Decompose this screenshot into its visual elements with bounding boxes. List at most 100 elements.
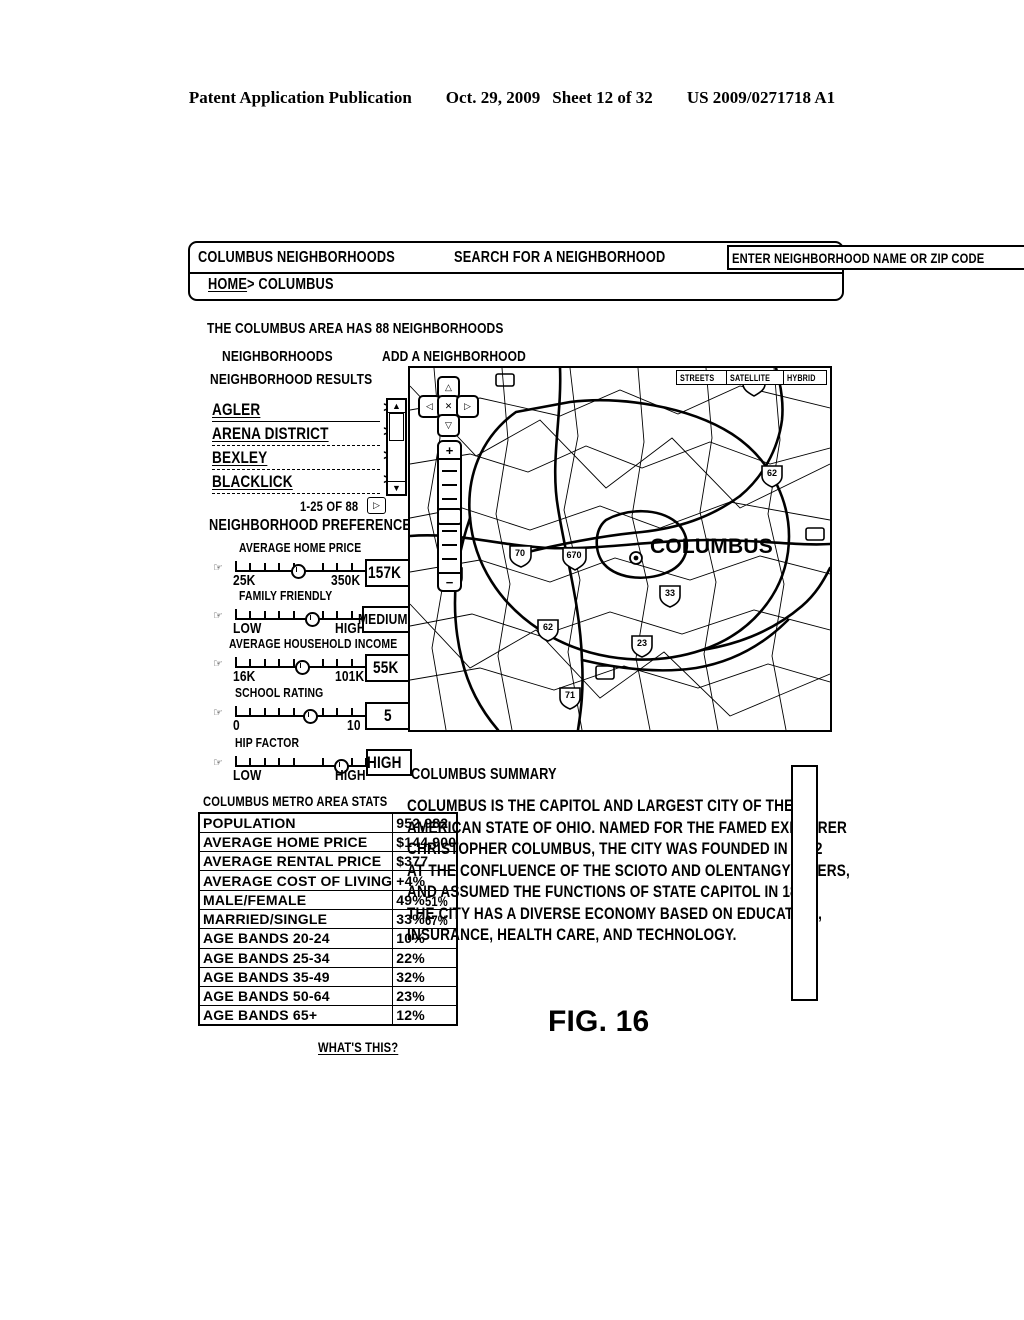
svg-text:23: 23 — [637, 638, 647, 648]
svg-text:62: 62 — [767, 468, 777, 478]
publication-date: Oct. 29, 2009 — [445, 88, 541, 107]
svg-text:33: 33 — [665, 588, 675, 598]
slider-max-label: 350K — [331, 572, 361, 589]
checkbox-icon[interactable]: ☞ — [213, 563, 224, 574]
neighborhood-results-list: AGLER > ARENA DISTRICT > BEXLEY > BLACKL… — [212, 398, 392, 494]
scroll-up-icon[interactable]: ▲ — [388, 400, 405, 413]
pan-down-icon[interactable]: ▽ — [437, 414, 460, 437]
slider-min-label: LOW — [233, 620, 262, 637]
slider-value-average-household-income: 55K — [365, 654, 413, 682]
slider-label: FAMILY FRIENDLY — [239, 588, 333, 603]
slider-value-text: HIGH — [367, 752, 402, 772]
stat-label: AGE BANDS 50-64 — [203, 988, 330, 1005]
publication-header: Patent Application Publication Oct. 29, … — [0, 88, 1024, 108]
app-brand: COLUMBUS NEIGHBORHOODS — [198, 248, 395, 266]
checkbox-icon[interactable]: ☞ — [213, 611, 224, 622]
breadcrumb-current: COLUMBUS — [258, 275, 334, 293]
pagination-count: 1-25 OF 88 — [300, 498, 359, 514]
slider-knob[interactable] — [305, 612, 321, 627]
table-row: AGE BANDS 65+ 12% — [198, 1005, 458, 1026]
summary-line: THE CITY HAS A DIVERSE ECONOMY BASED ON … — [407, 903, 823, 923]
stat-label: AVERAGE HOME PRICE — [203, 833, 368, 850]
slider-value-text: 157K — [368, 563, 402, 582]
tab-neighborhoods[interactable]: NEIGHBORHOODS — [222, 348, 333, 365]
slider-min-label: 25K — [233, 572, 256, 589]
map-zoom-slider[interactable]: + − — [437, 440, 462, 592]
map-type-satellite[interactable]: SATELLITE — [727, 371, 785, 384]
zoom-in-icon[interactable]: + — [439, 442, 460, 460]
stat-value: 32% — [396, 969, 425, 986]
stat-label: AVERAGE RENTAL PRICE — [203, 853, 382, 870]
list-item[interactable]: AGLER > — [212, 398, 392, 422]
slider-value-hip-factor: HIGH — [366, 749, 412, 776]
slider-min-label: 0 — [233, 717, 240, 734]
stat-label: MALE/FEMALE — [203, 891, 307, 908]
figure-label: FIG. 16 — [548, 1005, 650, 1038]
breadcrumb: HOME> COLUMBUS — [190, 272, 842, 297]
summary-line: AMERICAN STATE OF OHIO. NAMED FOR THE FA… — [407, 817, 848, 837]
checkbox-icon[interactable]: ☞ — [213, 659, 224, 670]
stat-label: AVERAGE COST OF LIVING — [203, 872, 393, 889]
map-type-switcher: STREETS SATELLITE HYBRID — [676, 370, 827, 385]
list-item-label: AGLER — [212, 399, 261, 419]
scrollbar-thumb[interactable] — [389, 413, 404, 441]
zoom-out-icon[interactable]: − — [439, 572, 460, 590]
results-scrollbar[interactable]: ▲ ▼ — [386, 398, 407, 496]
search-input[interactable]: ENTER NEIGHBORHOOD NAME OR ZIP CODE — [727, 245, 1024, 270]
map-type-streets[interactable]: STREETS — [677, 371, 728, 384]
slider-label: AVERAGE HOUSEHOLD INCOME — [229, 636, 398, 651]
slider-max-label: 101K — [335, 668, 365, 685]
stat-label: MARRIED/SINGLE — [203, 911, 328, 928]
svg-text:62: 62 — [543, 622, 553, 632]
preferences-title: NEIGHBORHOOD PREFERENCES — [209, 517, 420, 534]
map-view[interactable]: 670 62 70 670 40 33 62 23 71 COLUMBUS ST… — [408, 366, 832, 732]
stat-value: 23% — [396, 988, 425, 1005]
pan-right-icon[interactable]: ▷ — [456, 395, 479, 418]
breadcrumb-separator: > — [247, 275, 255, 293]
app-window: COLUMBUS NEIGHBORHOODS SEARCH FOR A NEIG… — [188, 241, 1024, 301]
slider-knob[interactable] — [302, 709, 318, 724]
side-scroll-panel[interactable] — [791, 765, 818, 1001]
map-pan-control: △ ◁ ✕ ▷ ▽ — [418, 376, 479, 437]
summary-line: AND ASSUMED THE FUNCTIONS OF STATE CAPIT… — [407, 882, 818, 901]
sheet-number: Sheet 12 of 32 — [552, 88, 653, 107]
area-summary-line: THE COLUMBUS AREA HAS 88 NEIGHBORHOODS — [207, 320, 504, 337]
whats-this-link[interactable]: WHAT'S THIS? — [318, 1039, 398, 1055]
svg-text:70: 70 — [515, 548, 525, 558]
summary-body: COLUMBUS IS THE CAPITOL AND LARGEST CITY… — [407, 795, 850, 946]
map-type-hybrid[interactable]: HYBRID — [784, 371, 826, 384]
list-item[interactable]: BLACKLICK > — [212, 470, 392, 494]
slider-knob[interactable] — [295, 660, 311, 675]
city-center-marker — [629, 551, 643, 565]
stat-label: POPULATION — [203, 814, 296, 831]
publication-label: Patent Application Publication — [188, 88, 412, 107]
slider-min-label: 16K — [233, 668, 256, 685]
slider-label: HIP FACTOR — [235, 735, 300, 750]
slider-min-label: LOW — [233, 767, 262, 784]
slider-max-label: HIGH — [335, 767, 366, 784]
list-item-label: ARENA DISTRICT — [212, 423, 329, 443]
slider-max-label: 10 — [347, 717, 361, 734]
pagination-next-icon[interactable]: ▷ — [367, 497, 386, 514]
slider-label: AVERAGE HOME PRICE — [239, 540, 362, 555]
list-item[interactable]: BEXLEY > — [212, 446, 392, 470]
table-row: AGE BANDS 25-34 22% — [198, 947, 458, 968]
table-row: AGE BANDS 35-49 32% — [198, 966, 458, 988]
summary-line: COLUMBUS IS THE CAPITOL AND LARGEST CITY… — [407, 796, 794, 815]
checkbox-icon[interactable]: ☞ — [213, 708, 224, 719]
map-city-label: COLUMBUS — [650, 535, 773, 558]
zoom-slider-thumb[interactable] — [437, 508, 462, 525]
search-placeholder: ENTER NEIGHBORHOOD NAME OR ZIP CODE — [732, 249, 985, 266]
slider-knob[interactable] — [290, 564, 306, 579]
summary-line: INSURANCE, HEALTH CARE, AND TECHNOLOGY. — [407, 925, 737, 944]
stat-label: AGE BANDS 65+ — [203, 1007, 318, 1024]
table-row: AGE BANDS 50-64 23% — [198, 986, 458, 1007]
stat-value: 22% — [396, 949, 425, 966]
list-item[interactable]: ARENA DISTRICT > — [212, 422, 392, 446]
breadcrumb-home[interactable]: HOME — [208, 276, 247, 293]
panel-tabs: NEIGHBORHOODS ADD A NEIGHBORHOOD — [222, 348, 562, 365]
tab-add-a-neighborhood[interactable]: ADD A NEIGHBORHOOD — [382, 348, 526, 365]
scroll-down-icon[interactable]: ▼ — [388, 481, 405, 494]
checkbox-icon[interactable]: ☞ — [213, 758, 224, 769]
summary-title: COLUMBUS SUMMARY — [411, 766, 557, 783]
